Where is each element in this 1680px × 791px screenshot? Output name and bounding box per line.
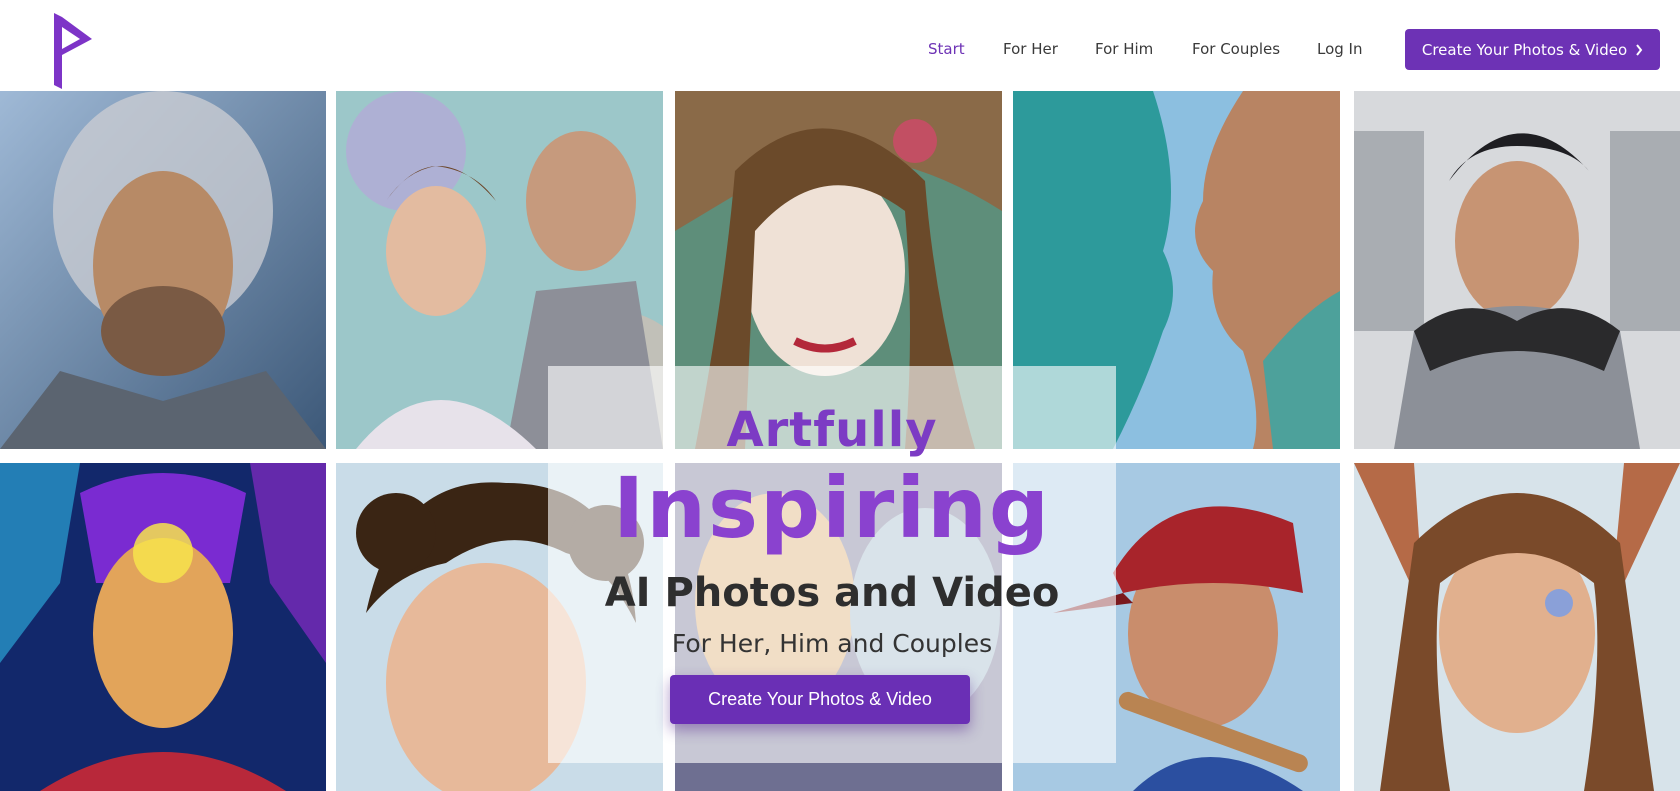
portrait-image bbox=[1354, 463, 1680, 791]
hero-subheading: AI Photos and Video bbox=[604, 570, 1060, 616]
portrait-image bbox=[1354, 91, 1680, 449]
chevron-right-icon bbox=[1636, 43, 1643, 56]
header-create-label: Create Your Photos & Video bbox=[1421, 40, 1628, 59]
hero-section: Artfully Inspiring AI Photos and Video F… bbox=[548, 366, 1116, 763]
nav-for-him[interactable]: For Him bbox=[1095, 40, 1153, 58]
hero-headline-artfully: Artfully bbox=[726, 402, 938, 458]
hero-tagline: For Her, Him and Couples bbox=[671, 629, 993, 658]
site-header: Start For Her For Him For Couples Log In… bbox=[0, 0, 1680, 91]
header-create-button[interactable]: Create Your Photos & Video bbox=[1405, 29, 1660, 70]
p-logo-icon[interactable] bbox=[46, 9, 96, 91]
portrait-image bbox=[0, 463, 326, 791]
gallery-tile-1[interactable] bbox=[0, 91, 326, 449]
hero-create-button[interactable]: Create Your Photos & Video bbox=[670, 675, 970, 724]
nav-start[interactable]: Start bbox=[928, 40, 965, 58]
gallery-tile-10[interactable] bbox=[1354, 463, 1680, 791]
hero-headline-inspiring: Inspiring bbox=[612, 459, 1052, 557]
nav-for-couples[interactable]: For Couples bbox=[1192, 40, 1280, 58]
gallery-tile-5[interactable] bbox=[1354, 91, 1680, 449]
portrait-image bbox=[0, 91, 326, 449]
nav-log-in[interactable]: Log In bbox=[1317, 40, 1363, 58]
nav-for-her[interactable]: For Her bbox=[1003, 40, 1058, 58]
gallery-tile-6[interactable] bbox=[0, 463, 326, 791]
